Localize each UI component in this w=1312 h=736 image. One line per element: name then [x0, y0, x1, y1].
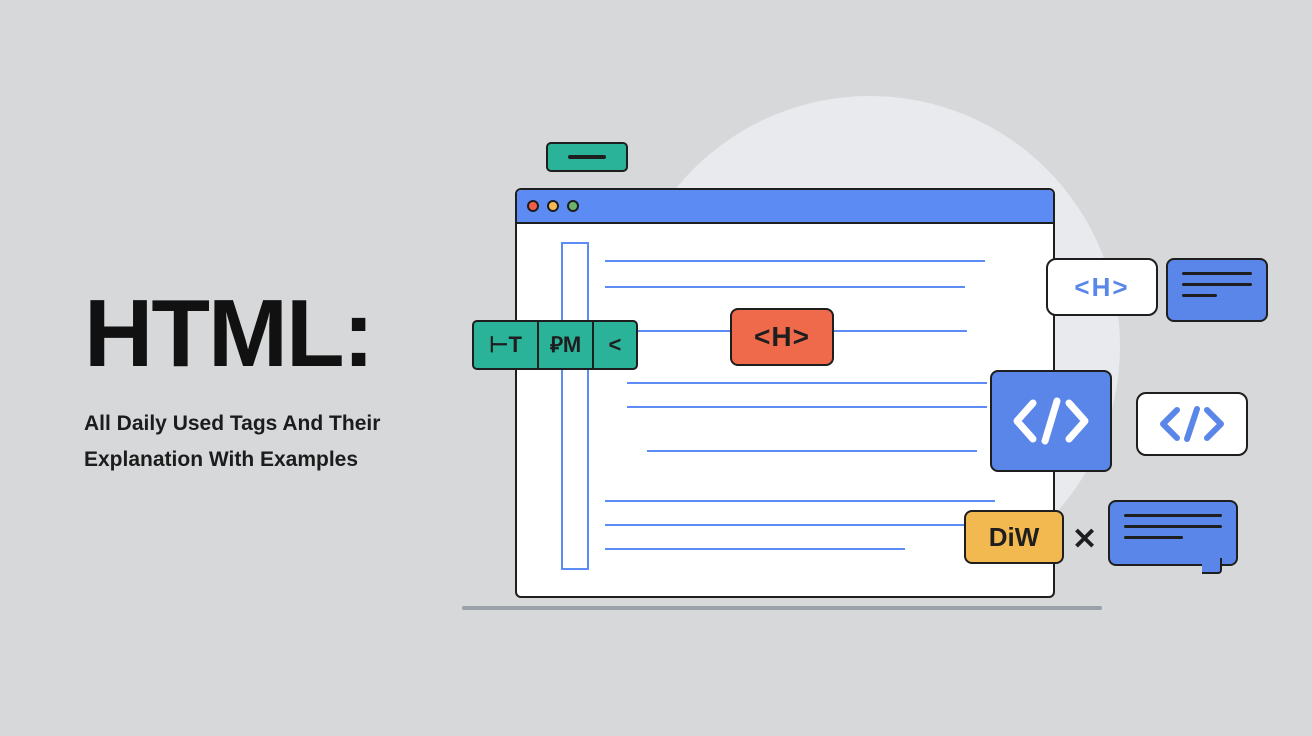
- chip-html-seg-b: ⃉M: [539, 320, 594, 370]
- line-icon: [1124, 514, 1222, 517]
- page-subtitle: All Daily Used Tags And Their Explanatio…: [84, 406, 380, 477]
- chip-decor-top: [546, 142, 628, 172]
- code-line: [605, 260, 985, 262]
- window-close-icon: [527, 200, 539, 212]
- line-icon: [1182, 294, 1217, 297]
- line-icon: [1124, 536, 1183, 539]
- code-line: [605, 548, 905, 550]
- tag-h-red: <H>: [730, 308, 834, 366]
- comment-block-icon: [1108, 500, 1238, 566]
- chip-html-seg-c: <: [594, 320, 638, 370]
- code-gutter: [561, 242, 589, 570]
- line-icon: [1124, 525, 1222, 528]
- angle-slash-icon: [1159, 404, 1225, 444]
- window-max-icon: [567, 200, 579, 212]
- chip-html-tag: ⊢T ⃉M <: [472, 320, 638, 370]
- code-line: [627, 406, 987, 408]
- code-line: [605, 500, 995, 502]
- subtitle-line-2: Explanation With Examples: [84, 442, 380, 478]
- chip-html-seg-a: ⊢T: [472, 320, 539, 370]
- headline-block: HTML: All Daily Used Tags And Their Expl…: [84, 286, 380, 477]
- line-icon: [1182, 272, 1252, 275]
- window-min-icon: [547, 200, 559, 212]
- code-line: [627, 382, 987, 384]
- page-title: HTML:: [84, 286, 380, 382]
- tag-div-yellow: DiW: [964, 510, 1064, 564]
- code-line: [647, 450, 977, 452]
- window-titlebar: [517, 190, 1053, 224]
- code-line: [605, 286, 965, 288]
- subtitle-line-1: All Daily Used Tags And Their: [84, 406, 380, 442]
- tag-h-white: <H>: [1046, 258, 1158, 316]
- self-closing-tag-blue: [990, 370, 1112, 472]
- base-shadow: [462, 606, 1102, 610]
- angle-slash-icon: [1011, 391, 1091, 451]
- text-block-icon: [1166, 258, 1268, 322]
- self-closing-tag-white: [1136, 392, 1248, 456]
- line-icon: [1182, 283, 1252, 286]
- code-line: [605, 524, 995, 526]
- close-x-icon: ✕: [1072, 522, 1097, 557]
